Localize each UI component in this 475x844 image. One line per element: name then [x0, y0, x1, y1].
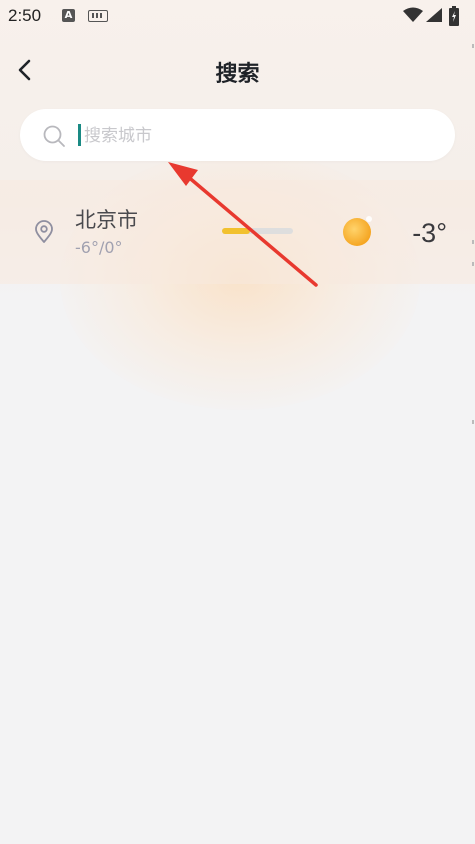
battery-icon: [449, 6, 459, 26]
search-input[interactable]: [82, 121, 426, 151]
keyboard-icon: [88, 10, 108, 22]
location-pin-icon: [35, 220, 53, 243]
header: 搜索: [0, 46, 475, 96]
search-icon: [43, 125, 65, 147]
edge-marks: [472, 44, 474, 424]
current-temperature: -3°: [412, 218, 447, 248]
text-cursor: [78, 124, 81, 146]
temperature-range: -6°/0°: [75, 238, 123, 257]
sun-icon: [343, 216, 372, 246]
page-title: 搜索: [215, 62, 260, 87]
status-time: 2:50: [8, 6, 42, 25]
city-result-row[interactable]: 北京市 -6°/0° -3°: [0, 180, 475, 284]
search-bar[interactable]: [20, 109, 455, 161]
city-name: 北京市: [75, 208, 138, 232]
wifi-icon: [403, 7, 423, 22]
notification-a-icon: A: [62, 9, 75, 22]
temperature-range-bar: [222, 228, 293, 234]
signal-icon: [426, 8, 442, 22]
status-bar: 2:50 A: [0, 0, 475, 34]
status-icons: [403, 5, 467, 27]
temperature-range-fill: [222, 228, 251, 234]
